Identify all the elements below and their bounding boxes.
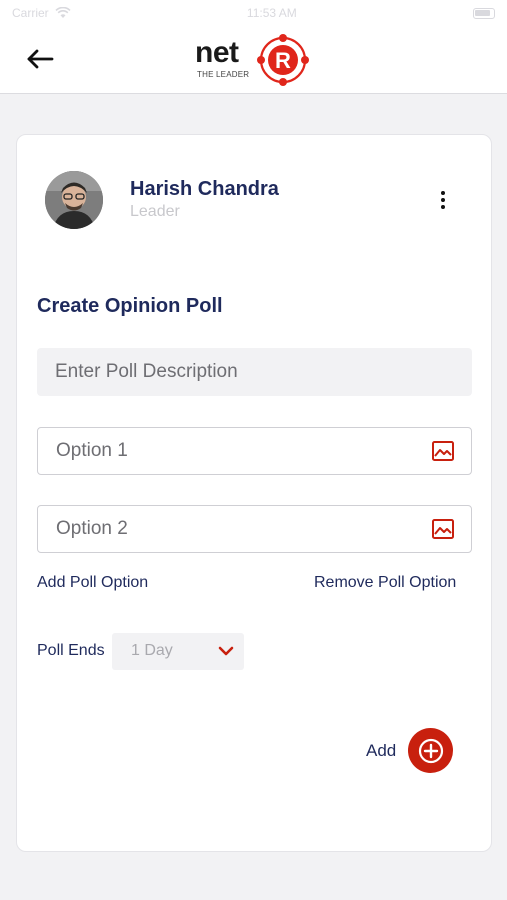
poll-card: Harish Chandra Leader Create Opinion Pol… (16, 134, 492, 852)
chevron-down-icon (218, 646, 234, 656)
logo-tagline: THE LEADER (197, 70, 250, 79)
image-icon[interactable] (431, 439, 455, 463)
kebab-dot (441, 191, 445, 195)
app-logo: net THE LEADER R (193, 30, 315, 90)
poll-option-1 (37, 427, 472, 475)
kebab-dot (441, 205, 445, 209)
arrow-left-icon (27, 49, 54, 69)
user-name: Harish Chandra (130, 178, 279, 200)
status-bar: Carrier 11:53 AM (0, 0, 507, 26)
poll-option-2 (37, 505, 472, 553)
add-poll-button[interactable] (408, 728, 453, 773)
logo-mark-letter: R (275, 48, 291, 73)
wifi-icon (55, 7, 71, 18)
option-2-input[interactable] (38, 506, 418, 552)
back-button[interactable] (22, 44, 58, 74)
poll-duration-select[interactable]: 1 Day (112, 633, 244, 670)
user-role: Leader (130, 203, 180, 220)
logo-wordmark: net (195, 36, 239, 69)
kebab-menu-icon[interactable] (431, 185, 455, 215)
image-icon[interactable] (431, 517, 455, 541)
carrier-label: Carrier (12, 6, 49, 20)
add-poll-option-link[interactable]: Add Poll Option (37, 574, 148, 592)
add-label[interactable]: Add (366, 741, 396, 761)
page-title: Create Opinion Poll (37, 295, 223, 317)
option-1-input[interactable] (38, 428, 418, 474)
kebab-dot (441, 198, 445, 202)
remove-poll-option-link[interactable]: Remove Poll Option (314, 574, 456, 592)
user-photo (45, 171, 103, 229)
logo-r-mark-icon: R (257, 34, 309, 86)
poll-duration-value: 1 Day (131, 642, 173, 659)
status-left: Carrier (12, 6, 71, 20)
plus-circle-icon (418, 738, 443, 763)
avatar (45, 171, 103, 229)
battery-icon (472, 7, 495, 19)
clock: 11:53 AM (246, 6, 297, 20)
poll-ends-label: Poll Ends (37, 642, 105, 659)
app-header: net THE LEADER R (0, 26, 507, 94)
poll-description-input[interactable] (37, 348, 472, 396)
